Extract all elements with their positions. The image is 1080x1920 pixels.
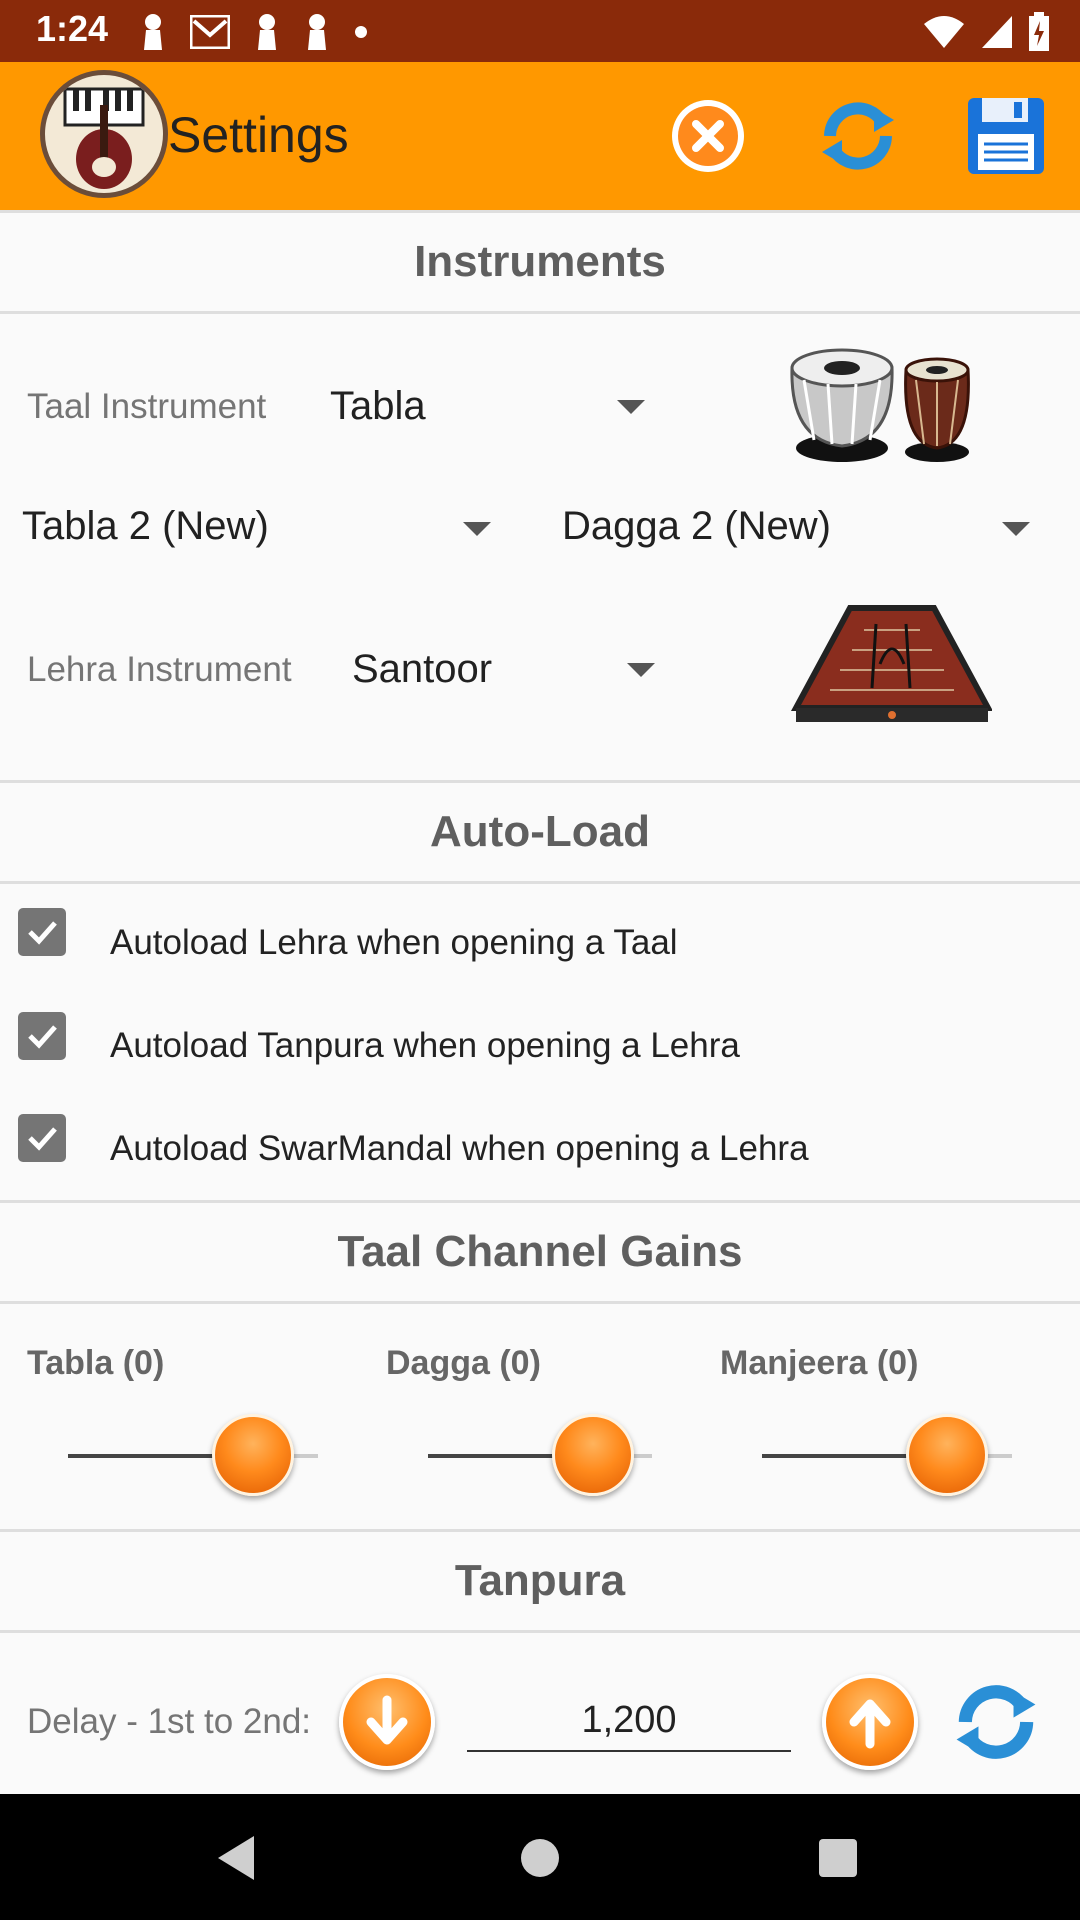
close-icon — [672, 100, 744, 172]
dagga-variant-spinner[interactable]: Dagga 2 (New) — [552, 492, 1042, 562]
app-bar: Settings — [0, 62, 1080, 210]
status-time: 1:24 — [36, 8, 109, 49]
slider-thumb[interactable] — [552, 1414, 634, 1496]
autoload-swarmandal-checkbox[interactable] — [18, 1114, 66, 1162]
refresh-button[interactable] — [816, 94, 900, 178]
autoload-lehra-label: Autoload Lehra when opening a Taal — [110, 923, 678, 962]
arrow-up-icon — [849, 1699, 891, 1749]
delay-increase-button[interactable] — [822, 1674, 918, 1770]
app-logo — [40, 70, 168, 198]
tabla-variant-value: Tabla 2 (New) — [22, 504, 269, 548]
refresh-icon — [956, 1685, 1036, 1759]
notification-icon — [258, 14, 276, 50]
section-header-tanpura: Tanpura — [0, 1529, 1080, 1633]
autoload-tanpura-checkbox[interactable] — [18, 1012, 66, 1060]
tabla-image — [784, 340, 984, 470]
section-header-auto-load: Auto-Load — [0, 780, 1080, 884]
slider-thumb[interactable] — [906, 1414, 988, 1496]
lehra-instrument-spinner[interactable]: Santoor — [342, 633, 672, 703]
manjeera-gain-slider[interactable] — [762, 1410, 1012, 1500]
status-bar: 1:24 — [0, 0, 1080, 62]
arrow-down-icon — [366, 1695, 408, 1745]
santoor-image — [790, 604, 994, 728]
section-header-instruments: Instruments — [0, 210, 1080, 314]
chevron-down-icon — [617, 400, 645, 414]
lehra-instrument-label: Lehra Instrument — [27, 650, 292, 689]
slider-thumb[interactable] — [212, 1414, 294, 1496]
chevron-down-icon — [627, 663, 655, 677]
dagga-variant-value: Dagga 2 (New) — [562, 504, 832, 548]
checkmark-icon — [28, 921, 57, 945]
chevron-down-icon — [1002, 522, 1030, 536]
chevron-down-icon — [463, 522, 491, 536]
cancel-button[interactable] — [666, 94, 750, 178]
floppy-disk-icon — [968, 98, 1044, 174]
cell-signal-icon — [982, 16, 1012, 48]
notification-icons — [140, 10, 368, 54]
lehra-instrument-value: Santoor — [352, 647, 493, 691]
more-notifications-dot-icon — [355, 26, 367, 38]
veena-keyboard-logo-icon — [63, 87, 145, 189]
section-header-taal-gains: Taal Channel Gains — [0, 1200, 1080, 1304]
delay-input[interactable]: 1,200 — [467, 1690, 791, 1752]
tabla-gain-slider[interactable] — [68, 1410, 318, 1500]
autoload-tanpura-label: Autoload Tanpura when opening a Lehra — [110, 1026, 740, 1065]
refresh-icon — [822, 102, 894, 170]
taal-instrument-label: Taal Instrument — [27, 387, 267, 426]
battery-icon — [1029, 12, 1049, 51]
santoor-icon — [790, 605, 994, 722]
tabla-variant-spinner[interactable]: Tabla 2 (New) — [10, 492, 500, 562]
navigation-bar — [0, 1794, 1080, 1920]
delay-decrease-button[interactable] — [339, 1674, 435, 1770]
notification-icon — [144, 14, 162, 50]
taal-instrument-value: Tabla — [330, 384, 426, 428]
back-icon[interactable] — [214, 1834, 258, 1882]
tabla-drums-icon — [790, 348, 970, 462]
delay-label: Delay - 1st to 2nd: — [27, 1702, 312, 1741]
save-button[interactable] — [964, 94, 1048, 178]
recents-icon[interactable] — [818, 1838, 858, 1878]
tabla-gain-label: Tabla (0) — [27, 1344, 165, 1382]
system-icons — [922, 10, 1050, 54]
delay-reset-button[interactable] — [950, 1676, 1042, 1768]
notification-icon — [308, 14, 326, 50]
gmail-icon — [190, 15, 230, 49]
autoload-swarmandal-label: Autoload SwarMandal when opening a Lehra — [110, 1129, 809, 1168]
checkmark-icon — [28, 1025, 57, 1049]
dagga-gain-slider[interactable] — [428, 1410, 652, 1500]
checkmark-icon — [28, 1127, 57, 1151]
manjeera-gain-label: Manjeera (0) — [720, 1344, 919, 1382]
home-icon[interactable] — [518, 1836, 562, 1880]
autoload-lehra-checkbox[interactable] — [18, 908, 66, 956]
wifi-icon — [924, 16, 964, 48]
taal-instrument-spinner[interactable]: Tabla — [320, 370, 660, 440]
dagga-gain-label: Dagga (0) — [386, 1344, 541, 1382]
page-title: Settings — [168, 107, 349, 163]
